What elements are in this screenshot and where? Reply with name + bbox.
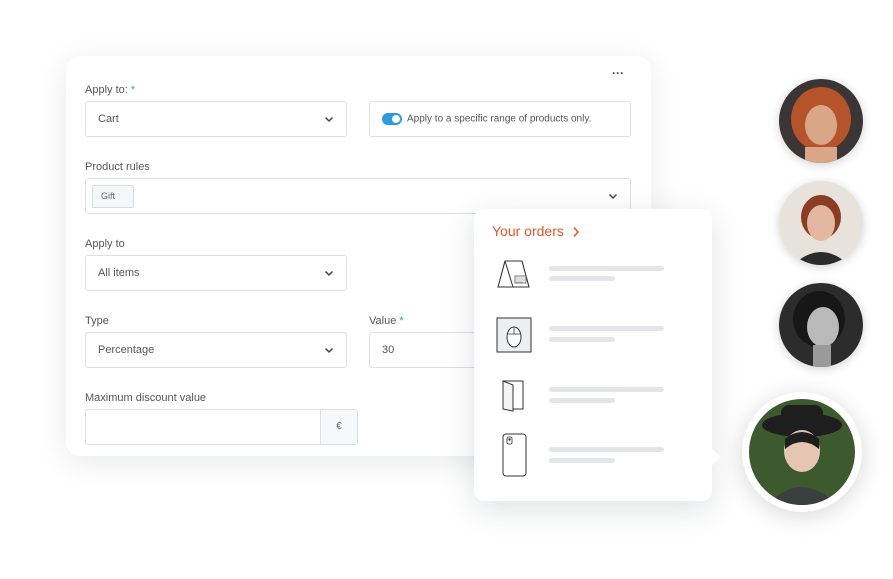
apply-to-label: Apply to: * <box>85 84 135 97</box>
order-line-secondary <box>549 398 615 403</box>
apply-to-label-text: Apply to: <box>85 84 128 96</box>
type-value: Percentage <box>98 344 155 356</box>
value-label: Value * <box>369 315 404 328</box>
order-line-primary <box>549 266 664 271</box>
value-label-text: Value <box>369 315 397 327</box>
apply-to-items-label: Apply to <box>85 238 125 250</box>
avatar-4-active[interactable] <box>749 399 855 505</box>
apply-to-items-value: All items <box>98 267 140 279</box>
avatar-3[interactable] <box>779 283 863 367</box>
order-line-primary <box>549 387 664 392</box>
avatar-2[interactable] <box>779 181 863 265</box>
chevron-down-icon <box>324 268 334 278</box>
popup-pointer <box>711 448 721 466</box>
chevron-down-icon <box>324 345 334 355</box>
order-line-primary <box>549 447 664 452</box>
apply-to-value: Cart <box>98 113 119 125</box>
order-line-primary <box>549 326 664 331</box>
calendar-icon <box>496 258 532 295</box>
required-mark: * <box>399 315 404 327</box>
apply-to-select[interactable]: Cart <box>85 101 347 137</box>
more-options-icon[interactable]: ··· <box>612 67 624 79</box>
max-discount-input[interactable]: € <box>85 409 358 445</box>
phone-case-icon <box>502 433 528 482</box>
folder-icon <box>500 378 526 417</box>
mouse-icon <box>496 317 532 358</box>
order-line-secondary <box>549 458 615 463</box>
required-mark: * <box>130 84 136 96</box>
value-input-text: 30 <box>382 344 395 356</box>
product-rules-label: Product rules <box>85 161 150 173</box>
orders-title-link[interactable]: Your orders <box>492 223 564 239</box>
type-select[interactable]: Percentage <box>85 332 347 368</box>
toggle-switch[interactable] <box>382 113 402 125</box>
chevron-right-icon[interactable] <box>572 225 580 243</box>
apply-to-items-select[interactable]: All items <box>85 255 347 291</box>
order-line-secondary <box>549 276 615 281</box>
chevron-down-icon <box>608 191 618 201</box>
order-line-secondary <box>549 337 615 342</box>
currency-addon: € <box>320 410 357 444</box>
specific-range-toggle-box[interactable]: Apply to a specific range of products on… <box>369 101 631 137</box>
avatar-1[interactable] <box>779 79 863 163</box>
chevron-down-icon <box>324 114 334 124</box>
type-label: Type <box>85 315 109 327</box>
max-discount-label: Maximum discount value <box>85 392 207 404</box>
toggle-label: Apply to a specific range of products on… <box>407 113 592 125</box>
orders-popup: Your orders <box>474 209 712 501</box>
product-rule-tag[interactable]: Gift <box>92 185 134 208</box>
